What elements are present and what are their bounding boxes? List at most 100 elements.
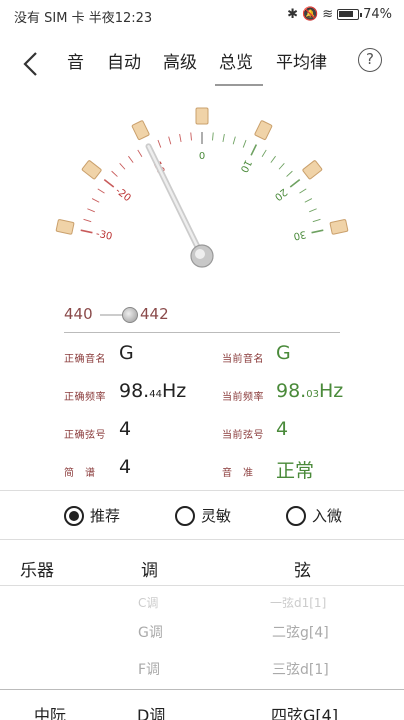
needle-pivot-highlight	[195, 249, 205, 259]
picker-key: C调	[138, 596, 159, 610]
header-string: 弦	[294, 561, 311, 581]
picker-key: F调	[138, 662, 161, 678]
status-bar: 没有 SIM 卡 半夜12:23 ✱ 🔕 ≋ 74%	[0, 0, 404, 32]
mode-sensitive[interactable]: 灵敏	[175, 505, 231, 526]
gauge-tick	[242, 139, 247, 148]
gauge-marker	[55, 219, 75, 235]
gauge-tick	[128, 155, 134, 163]
header-instrument: 乐器	[20, 561, 54, 581]
tab-tone[interactable]: 音	[67, 48, 84, 73]
gauge-tick	[91, 198, 100, 203]
tab-equal-temperament[interactable]: 平均律	[276, 48, 327, 73]
pitch-label: 音 准	[222, 468, 254, 479]
gauge-tick	[312, 218, 321, 223]
header-key: 调	[141, 561, 158, 581]
tuning-info: 正确音名 G 当前音名 G 正确频率 98.44Hz 当前频率 98.03Hz …	[64, 342, 364, 494]
mode-recommended[interactable]: 推荐	[64, 505, 120, 526]
gauge-tick	[261, 149, 267, 158]
battery-icon	[337, 9, 363, 20]
correct-note-value: G	[119, 342, 134, 364]
picker-row[interactable]: G调 二弦g[4]	[0, 622, 404, 648]
tab-advanced[interactable]: 高级	[163, 48, 197, 73]
gauge-tick	[286, 170, 293, 177]
radio-checked-icon[interactable]	[64, 505, 84, 526]
mode-subtle[interactable]: 入微	[286, 505, 342, 526]
gauge-marker	[195, 107, 209, 125]
gauge-tick	[87, 208, 95, 213]
gauge-needle	[145, 143, 205, 259]
gauge-marker	[302, 160, 323, 180]
gauge-tick	[304, 198, 313, 203]
picker-selected-row[interactable]: 中阮 D调 四弦G[4]	[0, 702, 404, 720]
gauge-marker-block	[254, 120, 273, 140]
picker-string: 二弦g[4]	[272, 625, 329, 641]
tuning-gauge: -30-20-100102030	[55, 107, 349, 268]
gauge-tick	[103, 179, 115, 188]
info-row-note: 正确音名 G 当前音名 G	[64, 342, 364, 380]
picker-selection-line	[0, 689, 404, 690]
reference-value-right: 442	[140, 305, 169, 323]
tab-overview[interactable]: 总览	[215, 48, 263, 86]
gauge-marker-block	[329, 219, 349, 235]
gauge-marker-block	[81, 160, 102, 180]
selected-instrument: 中阮	[34, 706, 67, 720]
radio-unchecked-icon[interactable]	[175, 505, 195, 526]
info-row-frequency: 正确频率 98.44Hz 当前频率 98.03Hz	[64, 380, 364, 418]
status-left-text: 没有 SIM 卡 半夜12:23	[14, 11, 153, 26]
mode-label: 推荐	[90, 507, 121, 525]
picker-key: G调	[138, 625, 163, 641]
picker-row[interactable]: C调 一弦d1[1]	[0, 594, 404, 620]
picker-string: 一弦d1[1]	[270, 596, 327, 610]
gauge-marker-block	[302, 160, 323, 180]
radio-unchecked-icon[interactable]	[286, 505, 306, 526]
selected-string: 四弦G[4]	[271, 706, 339, 720]
gauge-tick	[157, 139, 162, 148]
gauge-tick	[111, 170, 118, 177]
instrument-picker[interactable]: C调 一弦d1[1] G调 二弦g[4] F调 三弦d[1]	[0, 588, 404, 720]
gauge-ticks	[80, 132, 324, 234]
instrument-table-header: 乐器 调 弦	[0, 548, 404, 586]
gauge-marker	[254, 120, 273, 140]
gauge-tick	[309, 208, 317, 213]
help-icon[interactable]: ?	[358, 48, 382, 72]
gauge-marker-block	[131, 120, 150, 140]
correct-string-label: 正确弦号	[64, 430, 106, 441]
gauge-tick	[299, 188, 307, 194]
gauge-tick	[80, 229, 93, 234]
gauge-marker	[131, 120, 150, 140]
gauge-tick-label: 10	[238, 158, 253, 174]
gauge-tick	[179, 133, 182, 142]
gauge-marker-block	[55, 219, 75, 235]
sensitivity-modes: 推荐 灵敏 入微	[0, 490, 404, 540]
gauge-tick-label: 30	[292, 228, 307, 241]
info-row-string: 正确弦号 4 当前弦号 4	[64, 418, 364, 456]
gauge-tick	[270, 155, 276, 163]
mode-label: 灵敏	[201, 507, 232, 525]
current-note-value: G	[276, 342, 291, 364]
gauge-tick	[311, 229, 324, 234]
wifi-icon: ≋	[322, 7, 334, 22]
gauge-tick	[232, 136, 236, 145]
current-freq-value: 98.03Hz	[276, 380, 344, 402]
back-icon[interactable]	[20, 50, 48, 78]
gauge-tick	[97, 188, 105, 194]
bluetooth-icon: ✱	[287, 7, 298, 22]
gauge-tick	[278, 162, 285, 170]
gauge-tick	[212, 132, 214, 141]
gauge-tick-label: -30	[95, 229, 113, 243]
current-note-label: 当前音名	[222, 354, 264, 365]
tab-auto[interactable]: 自动	[107, 48, 141, 73]
jianpu-label: 简 谱	[64, 468, 96, 479]
gauge-tick	[168, 136, 172, 145]
info-row-jianpu: 简 谱 4 音 准 正常	[64, 456, 364, 494]
slider-handle[interactable]	[122, 307, 138, 323]
top-nav: 音 自动 高级 总览 平均律 ?	[0, 40, 404, 90]
current-string-label: 当前弦号	[222, 430, 264, 441]
reference-pitch-slider: 440 442	[64, 304, 340, 334]
gauge-tick	[289, 179, 301, 188]
gauge-labels: -30-20-100102030	[95, 151, 307, 243]
correct-string-value: 4	[119, 418, 132, 440]
picker-row[interactable]: F调 三弦d[1]	[0, 659, 404, 685]
selected-key: D调	[137, 706, 166, 720]
gauge-tick	[190, 132, 192, 141]
